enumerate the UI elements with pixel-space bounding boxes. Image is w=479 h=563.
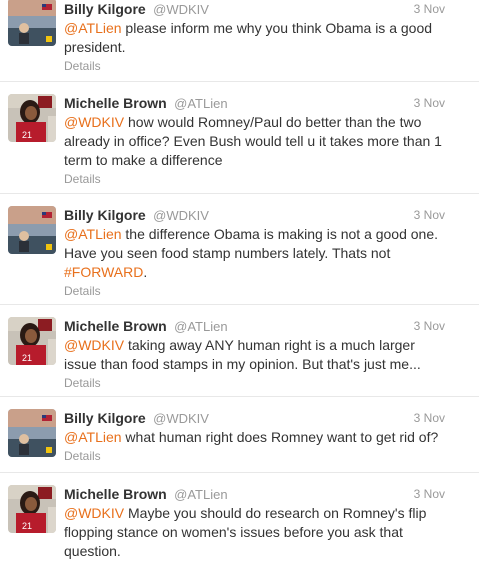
tweet-body-end: . <box>143 264 148 280</box>
avatar-image <box>8 409 56 457</box>
avatar-billy-kilgore[interactable] <box>8 206 56 254</box>
tweet-text: @ATLien please inform me why you think O… <box>64 19 445 57</box>
svg-text:21: 21 <box>22 521 32 531</box>
hashtag-link[interactable]: #FORWARD <box>64 264 143 280</box>
author-handle[interactable]: @ATLien <box>174 96 227 111</box>
avatar-billy-kilgore[interactable] <box>8 409 56 457</box>
details-link[interactable]: Details <box>64 375 445 391</box>
tweet-text: @WDKIV how would Romney/Paul do better t… <box>64 113 445 170</box>
author-handle[interactable]: @WDKIV <box>153 411 209 426</box>
mention-link[interactable]: @ATLien <box>64 20 122 36</box>
author-handle[interactable]: @WDKIV <box>153 208 209 223</box>
author-name[interactable]: Billy Kilgore <box>64 207 146 223</box>
tweet-text: @WDKIV taking away ANY human right is a … <box>64 336 445 374</box>
mention-link[interactable]: @WDKIV <box>64 505 124 521</box>
tweet-item[interactable]: 21 Michelle Brown @ATLien 3 Nov @WDKIV t… <box>0 305 479 397</box>
avatar-image: 21 <box>8 485 56 533</box>
details-link[interactable]: Details <box>64 58 445 74</box>
mention-link[interactable]: @ATLien <box>64 429 122 445</box>
avatar-michelle-brown[interactable]: 21 <box>8 317 56 365</box>
author-name[interactable]: Billy Kilgore <box>64 1 146 17</box>
tweet-timestamp[interactable]: 3 Nov <box>414 409 445 427</box>
details-link[interactable]: Details <box>64 448 445 464</box>
tweet-timestamp[interactable]: 3 Nov <box>414 317 445 335</box>
mention-link[interactable]: @ATLien <box>64 226 122 242</box>
details-link[interactable]: Details <box>64 283 445 299</box>
tweet-body: what human right does Romney want to get… <box>121 429 439 445</box>
author-handle[interactable]: @ATLien <box>174 319 227 334</box>
tweet-timestamp[interactable]: 3 Nov <box>414 0 445 18</box>
tweet-item[interactable]: Billy Kilgore @WDKIV 3 Nov @ATLien pleas… <box>0 0 479 82</box>
author-handle[interactable]: @ATLien <box>174 487 227 502</box>
tweet-timestamp[interactable]: 3 Nov <box>414 485 445 503</box>
tweet-text: @ATLien what human right does Romney wan… <box>64 428 445 447</box>
author-handle[interactable]: @WDKIV <box>153 2 209 17</box>
tweet-text: @ATLien the difference Obama is making i… <box>64 225 445 282</box>
avatar-michelle-brown[interactable]: 21 <box>8 485 56 533</box>
mention-link[interactable]: @WDKIV <box>64 337 124 353</box>
avatar-image <box>8 0 56 46</box>
author-name[interactable]: Michelle Brown <box>64 486 167 502</box>
tweet-timestamp[interactable]: 3 Nov <box>414 206 445 224</box>
author-name[interactable]: Michelle Brown <box>64 318 167 334</box>
tweet-item[interactable]: 21 Michelle Brown @ATLien 3 Nov @WDKIV M… <box>0 473 479 563</box>
avatar-image: 21 <box>8 317 56 365</box>
tweet-item[interactable]: Billy Kilgore @WDKIV 3 Nov @ATLien the d… <box>0 194 479 305</box>
svg-text:21: 21 <box>22 130 32 140</box>
avatar-michelle-brown[interactable]: 21 <box>8 94 56 142</box>
tweet-text: @WDKIV Maybe you should do research on R… <box>64 504 445 561</box>
mention-link[interactable]: @WDKIV <box>64 114 124 130</box>
avatar-image <box>8 206 56 254</box>
avatar-image: 21 <box>8 94 56 142</box>
avatar-billy-kilgore[interactable] <box>8 0 56 46</box>
tweet-timestamp[interactable]: 3 Nov <box>414 94 445 112</box>
svg-text:21: 21 <box>22 353 32 363</box>
author-name[interactable]: Billy Kilgore <box>64 410 146 426</box>
author-name[interactable]: Michelle Brown <box>64 95 167 111</box>
details-link[interactable]: Details <box>64 171 445 187</box>
tweet-item[interactable]: Billy Kilgore @WDKIV 3 Nov @ATLien what … <box>0 397 479 473</box>
tweet-timeline: Billy Kilgore @WDKIV 3 Nov @ATLien pleas… <box>0 0 479 559</box>
tweet-item[interactable]: 21 Michelle Brown @ATLien 3 Nov @WDKIV h… <box>0 82 479 194</box>
